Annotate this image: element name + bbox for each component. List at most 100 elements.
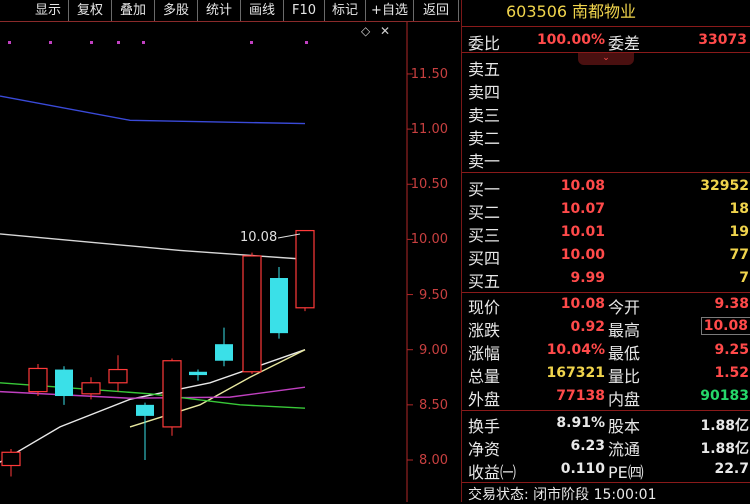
buy-level-label: 买四 (468, 249, 501, 268)
change-pct-label: 涨幅 (468, 344, 501, 363)
sell-level-label: 卖五 (468, 60, 501, 79)
moving-average-line (0, 95, 306, 125)
turnover-label: 换手 (468, 417, 501, 436)
event-dot (142, 41, 145, 44)
divider (462, 52, 750, 53)
current-price-label: 现价 (468, 298, 501, 317)
chevron-down-icon: ⌄ (602, 53, 610, 63)
multi-stock-button[interactable]: 多股 (155, 0, 198, 21)
turnover-value: 8.91% (556, 415, 605, 431)
f10-button[interactable]: F10 (284, 0, 325, 21)
divider (462, 172, 750, 173)
candle-body (81, 382, 101, 395)
kline-chart[interactable]: 11.50 11.00 10.50 10.00 9.50 9.00 8.50 8… (0, 22, 460, 502)
event-dot (49, 41, 52, 44)
price-tick: 8.00 (419, 453, 448, 468)
share-capital-label: 股本 (608, 417, 641, 436)
buy-volume: 18 (729, 201, 749, 217)
float-shares-value: 1.88亿 (700, 441, 749, 457)
divider (462, 482, 750, 483)
candle-body (108, 368, 128, 384)
candle-body (189, 371, 207, 376)
event-dot (305, 41, 308, 44)
inner-volume-value: 90183 (700, 388, 749, 404)
net-assets-value: 6.23 (570, 438, 605, 454)
change-pct-value: 10.04% (546, 342, 605, 358)
stock-title: 603506 南都物业 (462, 0, 750, 24)
close-icon[interactable]: ✕ (380, 24, 390, 38)
draw-line-button[interactable]: 画线 (241, 0, 284, 21)
candle-body (270, 278, 288, 334)
pe-label: PE㈣ (608, 463, 644, 482)
weicha-value: 33073 (698, 32, 747, 48)
candle-body (136, 404, 154, 416)
float-shares-label: 流通 (608, 440, 641, 459)
net-assets-label: 净资 (468, 440, 501, 459)
expand-orderbook-button[interactable]: ⌄ (578, 53, 634, 65)
toolbar: 显示 复权 叠加 多股 统计 画线 F10 标记 +自选 返回 (0, 0, 460, 22)
overlay-button[interactable]: 叠加 (112, 0, 155, 21)
quote-panel: 603506 南都物业 委比 100.00% 委差 33073 ⌄ 卖五 卖四 … (461, 0, 750, 503)
outer-volume-label: 外盘 (468, 390, 501, 409)
kline-svg (0, 22, 413, 502)
candle-body (215, 344, 233, 361)
price-tick: 9.00 (419, 343, 448, 358)
change-value: 0.92 (570, 319, 605, 335)
add-favorite-button[interactable]: +自选 (366, 0, 414, 21)
open-label: 今开 (608, 298, 641, 317)
event-dot (117, 41, 120, 44)
eps-value: 0.110 (560, 461, 605, 477)
buy-price: 10.00 (560, 247, 605, 263)
divider (462, 410, 750, 411)
display-button[interactable]: 显示 (28, 0, 69, 21)
current-price-value: 10.08 (560, 296, 605, 312)
buy-level-label: 买一 (468, 180, 501, 199)
mark-button[interactable]: 标记 (325, 0, 366, 21)
candle-body (295, 229, 315, 309)
buy-level-label: 买二 (468, 203, 501, 222)
price-tick: 11.50 (410, 67, 448, 82)
statistics-button[interactable]: 统计 (198, 0, 241, 21)
outer-volume-value: 77138 (556, 388, 605, 404)
candle-body (162, 360, 182, 428)
trading-status: 交易状态: 闭市阶段 15:00:01 (468, 487, 657, 503)
weibi-label: 委比 (468, 34, 501, 53)
buy-volume: 7 (739, 270, 749, 286)
buy-volume: 77 (729, 247, 749, 263)
volume-value: 167321 (546, 365, 605, 381)
pe-value: 22.7 (714, 461, 749, 477)
candle-body (242, 255, 262, 373)
sell-level-label: 卖四 (468, 83, 501, 102)
adjust-rights-button[interactable]: 复权 (69, 0, 112, 21)
back-button[interactable]: 返回 (414, 0, 459, 21)
price-tick: 11.00 (410, 122, 448, 137)
buy-volume: 19 (729, 224, 749, 240)
buy-level-label: 买三 (468, 226, 501, 245)
divider (462, 26, 750, 27)
eps-label: 收益㈠ (468, 463, 517, 482)
change-label: 涨跌 (468, 321, 501, 340)
low-value: 9.25 (714, 342, 749, 358)
candle-body (1, 451, 21, 467)
low-label: 最低 (608, 344, 641, 363)
candle-body (55, 369, 73, 397)
buy-price: 10.08 (560, 178, 605, 194)
price-tick: 10.00 (410, 232, 448, 247)
buy-volume: 32952 (700, 178, 749, 194)
weicha-label: 委差 (608, 34, 641, 53)
stock-name: 南都物业 (572, 2, 637, 21)
weibi-value: 100.00% (536, 32, 605, 48)
moving-average-line (129, 349, 306, 428)
event-dot (250, 41, 253, 44)
volume-ratio-value: 1.52 (714, 365, 749, 381)
price-tick: 8.50 (419, 398, 448, 413)
high-price-label: 10.08 (240, 230, 278, 245)
sell-level-label: 卖二 (468, 129, 501, 148)
diamond-icon[interactable]: ◇ (361, 24, 370, 38)
buy-price: 10.01 (560, 224, 605, 240)
buy-price: 9.99 (570, 270, 605, 286)
open-value: 9.38 (714, 296, 749, 312)
sell-level-label: 卖一 (468, 152, 501, 171)
event-dot (8, 41, 11, 44)
price-tick: 9.50 (419, 288, 448, 303)
